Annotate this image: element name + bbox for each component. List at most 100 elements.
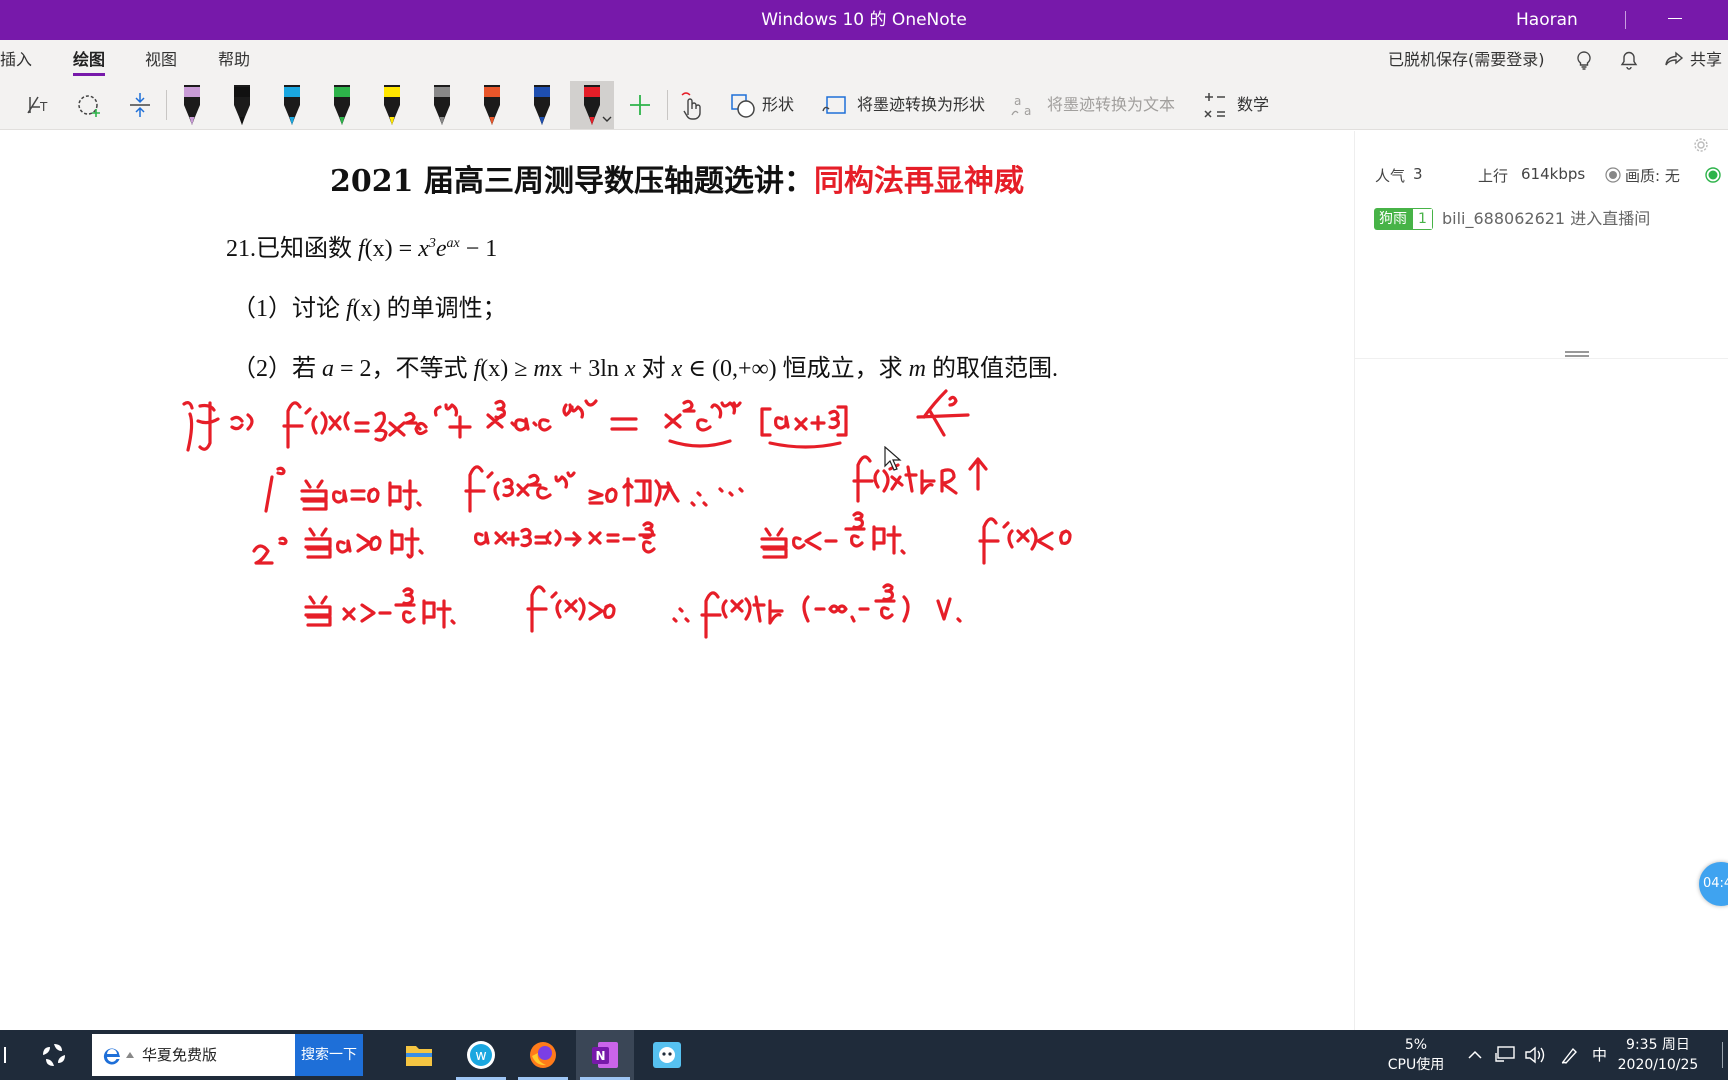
firefox-icon bbox=[530, 1042, 556, 1068]
lasso-select-icon[interactable] bbox=[70, 85, 110, 125]
cpu-label: CPU使用 bbox=[1387, 1057, 1445, 1073]
cpu-percent: 5% bbox=[1404, 1037, 1428, 1053]
quality-radio-icon[interactable] bbox=[1605, 167, 1621, 183]
browser-search-box[interactable]: 华夏免费版 bbox=[92, 1034, 295, 1076]
minimize-icon[interactable] bbox=[1668, 18, 1682, 19]
cpu-usage[interactable]: 5% CPU使用 bbox=[1372, 1035, 1460, 1075]
ime-indicator[interactable]: 中 bbox=[1592, 1030, 1607, 1080]
task-view-edge bbox=[4, 1047, 6, 1063]
badge-name: 狗雨 bbox=[1374, 208, 1412, 230]
pen-7[interactable] bbox=[470, 81, 514, 129]
pen-icon bbox=[284, 85, 300, 125]
quality-label: 画质: 无 bbox=[1625, 167, 1680, 185]
volume-icon[interactable] bbox=[1524, 1045, 1546, 1065]
search-button[interactable]: 搜索一下 bbox=[295, 1034, 363, 1076]
start-button-icon[interactable] bbox=[40, 1041, 68, 1069]
svg-text:w: w bbox=[475, 1048, 486, 1064]
window-title: Windows 10 的 OneNote bbox=[761, 10, 967, 30]
clock-time: 9:35 周日 bbox=[1626, 1037, 1690, 1053]
shapes-icon[interactable] bbox=[724, 85, 764, 125]
pen-2[interactable] bbox=[220, 81, 264, 129]
folder-icon bbox=[406, 1046, 432, 1066]
chevron-up-icon[interactable] bbox=[1466, 1046, 1484, 1064]
popularity-label: 人气 bbox=[1375, 167, 1406, 185]
ink-to-shape-label[interactable]: 将墨迹转换为形状 bbox=[857, 80, 985, 130]
upload-label: 上行 bbox=[1478, 167, 1509, 185]
show-desktop-edge[interactable] bbox=[1722, 1042, 1723, 1068]
svg-text:T: T bbox=[39, 100, 48, 114]
type-select-icon[interactable]: T bbox=[20, 85, 60, 125]
live-stream-panel: 人气 3 上行 614kbps 画质: 无 狗雨 1 bili_68806262… bbox=[1354, 131, 1728, 1030]
pen-9[interactable] bbox=[570, 81, 614, 129]
share-button[interactable]: 共享 bbox=[1690, 40, 1722, 80]
w-app-icon: w bbox=[467, 1041, 495, 1069]
onenote-icon: N bbox=[592, 1042, 618, 1068]
tab-help[interactable]: 帮助 bbox=[218, 40, 250, 80]
mouse-cursor-icon bbox=[884, 446, 902, 471]
pen-icon bbox=[234, 85, 250, 125]
taskbar-app-w[interactable]: w bbox=[452, 1030, 510, 1080]
badge-level: 1 bbox=[1412, 208, 1433, 230]
handwritten-ink[interactable] bbox=[0, 131, 1354, 1030]
ie-browser-icon bbox=[103, 1048, 120, 1065]
share-icon[interactable] bbox=[1664, 50, 1684, 70]
tab-draw[interactable]: 绘图 bbox=[73, 40, 106, 80]
title-bar: Windows 10 的 OneNote Haoran bbox=[0, 0, 1728, 40]
pen-8[interactable] bbox=[520, 81, 564, 129]
ink-to-text-icon: a a bbox=[1011, 94, 1031, 118]
taskbar-firefox[interactable] bbox=[514, 1030, 572, 1080]
pen-icon bbox=[384, 85, 400, 125]
user-name[interactable]: Haoran bbox=[1516, 0, 1578, 40]
insert-space-icon[interactable] bbox=[120, 85, 160, 125]
popularity-value: 3 bbox=[1413, 165, 1423, 183]
taskbar-explorer[interactable] bbox=[390, 1030, 448, 1080]
stream-stats: 人气 3 上行 614kbps 画质: 无 bbox=[1355, 131, 1728, 191]
windows-taskbar: 华夏免费版 搜索一下 w N 5% CPU使用 中 9:35 周日 2020/1… bbox=[0, 1030, 1728, 1080]
draw-toolbar: T 形状 将墨迹转换为形状 a a 将墨迹转换为文本 数学 bbox=[0, 80, 1728, 130]
upload-value: 614kbps bbox=[1521, 165, 1586, 183]
ribbon-separator bbox=[166, 90, 167, 120]
svg-text:a: a bbox=[1024, 104, 1031, 118]
pen-3[interactable] bbox=[270, 81, 314, 129]
fan-badge: 狗雨 1 bbox=[1374, 208, 1433, 230]
pen-icon bbox=[584, 85, 612, 125]
svg-text:N: N bbox=[595, 1049, 605, 1063]
tab-view[interactable]: 视图 bbox=[145, 40, 177, 80]
network-icon[interactable] bbox=[1494, 1045, 1516, 1065]
math-icon[interactable] bbox=[1195, 85, 1235, 125]
touch-draw-icon[interactable] bbox=[672, 85, 712, 125]
math-label[interactable]: 数学 bbox=[1237, 80, 1269, 130]
svg-text:a: a bbox=[1014, 94, 1021, 108]
tab-insert[interactable]: 插入 bbox=[0, 40, 32, 80]
pen-6[interactable] bbox=[420, 81, 464, 129]
taskbar-app-anime[interactable] bbox=[638, 1030, 696, 1080]
dropdown-caret-icon[interactable] bbox=[126, 1052, 134, 1058]
ribbon-tabs: 插入 绘图 视图 帮助 已脱机保存(需要登录) 共享 bbox=[0, 40, 1728, 80]
ink-to-shape-icon[interactable] bbox=[815, 85, 855, 125]
bell-icon[interactable] bbox=[1619, 50, 1639, 70]
ink-to-text-label: 将墨迹转换为文本 bbox=[1047, 95, 1176, 114]
taskbar-onenote[interactable]: N bbox=[576, 1030, 634, 1080]
shapes-label[interactable]: 形状 bbox=[762, 80, 794, 130]
clock[interactable]: 9:35 周日 2020/10/25 bbox=[1612, 1035, 1704, 1075]
anime-app-icon bbox=[653, 1042, 681, 1068]
pen-5[interactable] bbox=[370, 81, 414, 129]
clock-date: 2020/10/25 bbox=[1617, 1057, 1699, 1073]
pen-1[interactable] bbox=[170, 81, 214, 129]
status-dot-icon bbox=[1705, 167, 1721, 183]
add-pen-icon[interactable] bbox=[620, 85, 660, 125]
viewer-enter-message: bili_688062621 进入直播间 bbox=[1442, 209, 1651, 228]
pen-workspace-icon[interactable] bbox=[1560, 1045, 1580, 1065]
browser-label: 华夏免费版 bbox=[142, 1046, 218, 1064]
note-canvas[interactable]: 2021 届高三周测导数压轴题选讲：同构法再显神威 21.已知函数 f(x) =… bbox=[0, 131, 1354, 1030]
resize-handle[interactable] bbox=[1565, 351, 1589, 357]
ribbon-separator bbox=[667, 90, 668, 120]
pen-icon bbox=[484, 85, 500, 125]
pen-icon bbox=[334, 85, 350, 125]
onenote-window: Windows 10 的 OneNote Haoran 插入 绘图 视图 帮助 … bbox=[0, 0, 1728, 1080]
save-status[interactable]: 已脱机保存(需要登录) bbox=[1388, 40, 1545, 80]
lightbulb-icon[interactable] bbox=[1574, 50, 1594, 70]
pen-icon bbox=[434, 85, 450, 125]
pen-icon bbox=[184, 85, 200, 125]
pen-4[interactable] bbox=[320, 81, 364, 129]
